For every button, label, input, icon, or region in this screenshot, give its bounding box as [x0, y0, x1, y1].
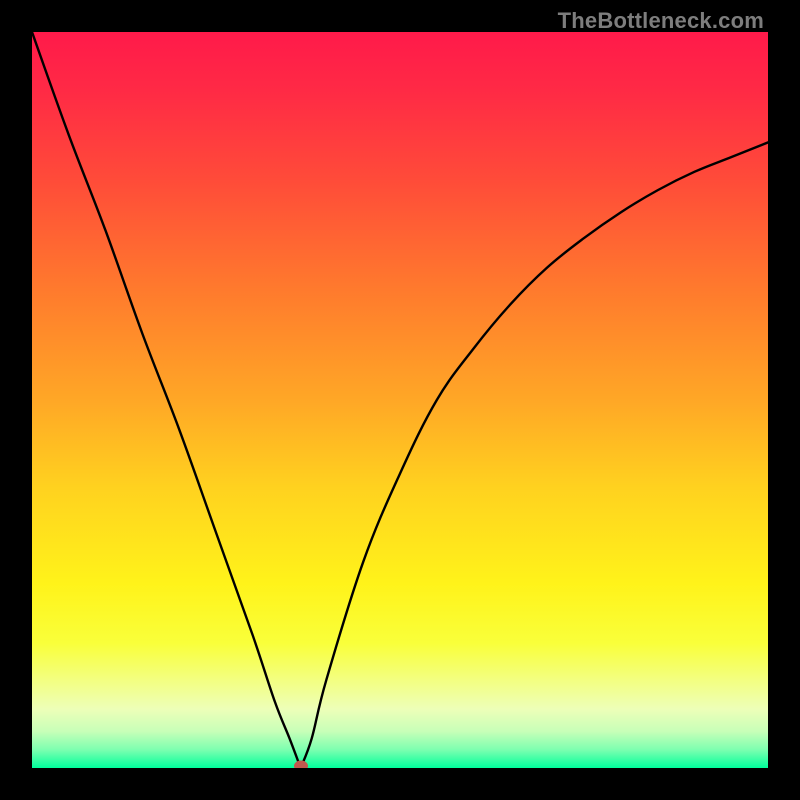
curve-layer [32, 32, 768, 768]
chart-frame: { "watermark": "TheBottleneck.com", "cha… [0, 0, 800, 800]
plot-area [32, 32, 768, 768]
optimal-point-marker [294, 761, 308, 769]
bottleneck-curve [32, 32, 768, 768]
watermark-text: TheBottleneck.com [558, 8, 764, 34]
